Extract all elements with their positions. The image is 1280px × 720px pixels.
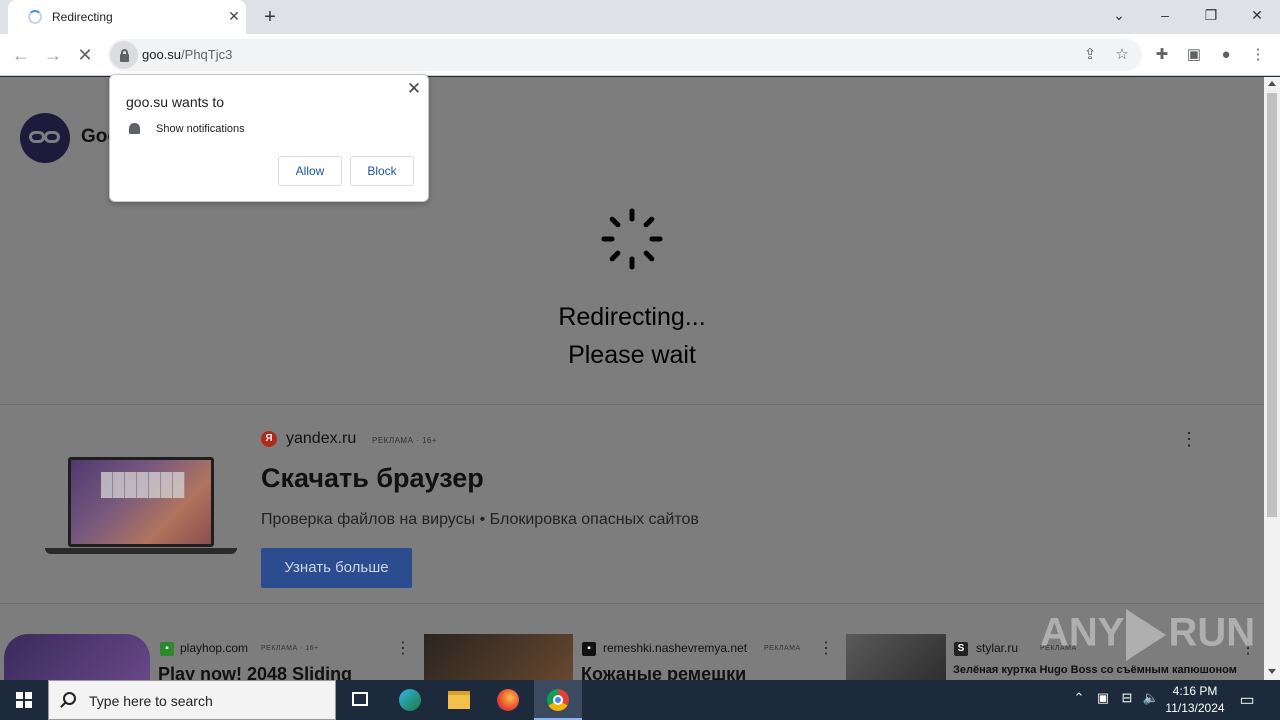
lock-icon[interactable] xyxy=(110,41,138,69)
ad-card-title: Зелёная куртка Hugo Boss со съёмным капю… xyxy=(953,664,1237,676)
side-panel-icon[interactable]: ▣ xyxy=(1181,42,1207,68)
redirect-wait-message: Please wait xyxy=(568,341,696,369)
device-icon[interactable]: ▣ xyxy=(1092,690,1114,706)
ad-card[interactable]: ▪ remeshki.nashevremya.net РЕКЛАМА Кожан… xyxy=(424,634,839,680)
stylar-icon: S xyxy=(954,642,968,656)
playhop-icon: ▪ xyxy=(160,642,174,656)
new-tab-icon[interactable]: + xyxy=(258,5,282,29)
edge-icon[interactable] xyxy=(386,680,434,720)
tab-search-icon[interactable]: ⌄ xyxy=(1096,0,1142,30)
remeshki-icon: ▪ xyxy=(582,642,596,656)
windows-logo-icon xyxy=(16,692,32,708)
ad-description: Проверка файлов на вирусы • Блокировка о… xyxy=(261,511,699,528)
ad-menu-icon[interactable]: ⋮ xyxy=(1180,427,1198,451)
bell-icon xyxy=(129,123,140,134)
back-arrow-icon[interactable]: ← xyxy=(8,42,34,68)
ad-card-image xyxy=(424,634,573,680)
ad-laptop-image xyxy=(68,457,214,547)
chrome-icon[interactable] xyxy=(534,680,582,720)
start-button[interactable] xyxy=(0,680,48,720)
yandex-icon: Я xyxy=(261,431,277,447)
screen: Redirecting ✕ + ⌄ – ❐ ✕ ← → ✕ goo.su/Phq… xyxy=(0,0,1280,720)
scroll-thumb[interactable] xyxy=(1267,93,1277,517)
loading-spinner-icon xyxy=(601,208,663,270)
popup-permission-text: Show notifications xyxy=(156,123,245,135)
browser-toolbar: ← → ✕ goo.su/PhqTjc3 ⇪ ☆ ✚ ▣ ● ⋮ xyxy=(0,34,1280,76)
notification-icon[interactable]: ▭ xyxy=(1236,690,1258,710)
ad-card[interactable]: ▪ playhop.com РЕКЛАМА · 16+ Play now! 20… xyxy=(0,634,415,680)
notification-permission-popup: goo.su wants to Show notifications ✕ All… xyxy=(109,74,429,202)
browser-titlebar: Redirecting ✕ + ⌄ – ❐ ✕ xyxy=(0,0,1280,34)
menu-icon[interactable]: ⋮ xyxy=(1245,42,1271,68)
ad-card-title: Play now! 2048 Sliding xyxy=(158,664,353,680)
tab-close-icon[interactable]: ✕ xyxy=(224,6,244,26)
allow-button[interactable]: Allow xyxy=(278,156,342,186)
search-placeholder: Type here to search xyxy=(89,693,213,709)
ad-card-domain: stylar.ru xyxy=(976,641,1019,655)
stop-icon[interactable]: ✕ xyxy=(72,42,98,68)
windows-taskbar: Type here to search ⌃ ▣ ⊟ 🔈 4:16 PM 11/1… xyxy=(0,680,1280,720)
site-logo-icon xyxy=(20,113,70,163)
scroll-down-icon[interactable] xyxy=(1268,669,1276,674)
window-close-icon[interactable]: ✕ xyxy=(1234,0,1280,30)
ad-card-domain: remeshki.nashevremya.net xyxy=(603,641,748,655)
ad-title[interactable]: Скачать браузер xyxy=(261,463,484,494)
url-text: goo.su/PhqTjc3 xyxy=(142,47,233,62)
ad-label: РЕКЛАМА · 16+ xyxy=(372,436,438,445)
scroll-up-icon[interactable] xyxy=(1268,81,1276,86)
task-view-icon[interactable] xyxy=(336,680,384,720)
anyrun-watermark: ANY RUN xyxy=(1040,609,1255,661)
block-button[interactable]: Block xyxy=(350,156,414,186)
ad-cta-button[interactable]: Узнать больше xyxy=(261,548,412,588)
ad-card-menu-icon[interactable]: ⋮ xyxy=(395,638,411,658)
ad-card-label: РЕКЛАМА · 16+ xyxy=(261,645,319,652)
popup-title: goo.su wants to xyxy=(126,94,225,110)
browser-tab[interactable]: Redirecting ✕ xyxy=(8,0,246,34)
forward-arrow-icon[interactable]: → xyxy=(40,42,66,68)
share-icon[interactable]: ⇪ xyxy=(1077,42,1103,68)
page-scrollbar[interactable] xyxy=(1264,77,1280,680)
ad-card-image xyxy=(4,634,150,680)
firefox-icon[interactable] xyxy=(484,680,532,720)
taskbar-time[interactable]: 4:16 PM xyxy=(1160,684,1230,698)
profile-icon[interactable]: ● xyxy=(1213,42,1239,68)
file-explorer-icon[interactable] xyxy=(435,680,483,720)
ad-card-menu-icon[interactable]: ⋮ xyxy=(818,638,834,658)
tab-title: Redirecting xyxy=(52,10,113,24)
minimize-icon[interactable]: – xyxy=(1142,0,1188,30)
redirect-message: Redirecting... xyxy=(558,303,706,331)
ad-card-label: РЕКЛАМА xyxy=(764,645,801,652)
taskbar-search-box[interactable]: Type here to search xyxy=(48,680,336,720)
star-icon[interactable]: ☆ xyxy=(1109,42,1135,68)
ad-banner[interactable]: Я yandex.ru РЕКЛАМА · 16+ ⋮ Скачать брау… xyxy=(0,404,1264,604)
network-icon[interactable]: ⊟ xyxy=(1116,690,1138,706)
taskbar-date[interactable]: 11/13/2024 xyxy=(1160,701,1230,715)
popup-close-icon[interactable]: ✕ xyxy=(404,79,424,99)
ad-card-title: Кожаные ремешки xyxy=(581,664,747,680)
show-hidden-icons-icon[interactable]: ⌃ xyxy=(1068,690,1090,706)
ad-card-image xyxy=(846,634,946,680)
volume-icon[interactable]: 🔈 xyxy=(1140,690,1162,706)
ad-card-domain: playhop.com xyxy=(180,641,249,655)
tab-loading-icon xyxy=(28,10,42,24)
address-bar[interactable]: goo.su/PhqTjc3 xyxy=(108,39,1142,71)
restore-icon[interactable]: ❐ xyxy=(1188,0,1234,30)
ad-domain[interactable]: yandex.ru xyxy=(286,430,356,448)
extensions-icon[interactable]: ✚ xyxy=(1149,42,1175,68)
